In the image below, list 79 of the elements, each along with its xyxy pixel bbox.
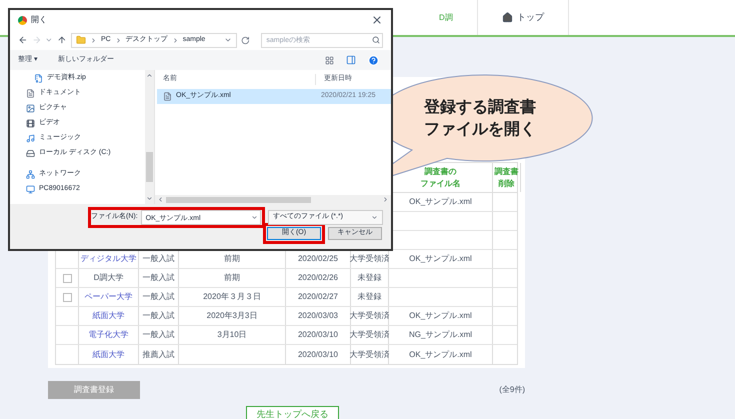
archive-icon xyxy=(34,74,43,83)
drive-icon xyxy=(26,149,35,158)
table-cell: 2020/02/27 xyxy=(298,291,338,303)
table-cell: 未登録 xyxy=(358,291,382,303)
table-cell: 一般入試 xyxy=(142,329,174,341)
nav-link[interactable]: トップ xyxy=(478,0,569,35)
preview-pane-icon[interactable] xyxy=(346,55,356,65)
folder-icon xyxy=(76,35,86,45)
university-name: D調大学 xyxy=(94,272,124,284)
table-cell: 一般入試 xyxy=(142,310,174,322)
scroll-thumb[interactable] xyxy=(146,152,153,182)
column-header-line: ファイル名 xyxy=(420,178,460,190)
university-link[interactable]: 紙面大学 xyxy=(92,348,124,360)
table-cell: NG_サンプル.xml xyxy=(408,329,472,341)
column-header-line: 削除 xyxy=(498,178,514,190)
music-note-icon xyxy=(26,134,35,143)
scroll-right-icon[interactable] xyxy=(382,196,389,203)
network-icon xyxy=(26,170,35,179)
horizontal-scrollbar[interactable] xyxy=(155,195,391,204)
file-icon xyxy=(163,92,172,101)
table-cell: 2020/03/03 xyxy=(298,310,338,322)
dropdown-icon xyxy=(371,214,378,221)
back-icon[interactable] xyxy=(18,35,28,45)
table-cell: OK_サンプル.xml xyxy=(409,348,472,360)
university-link[interactable]: ペーパー大学 xyxy=(84,291,132,303)
help-icon[interactable] xyxy=(368,54,379,66)
table-cell: 2020/03/10 xyxy=(298,329,338,341)
table-cell: 未登録 xyxy=(358,272,382,284)
separator-icon xyxy=(90,36,97,44)
scroll-thumb[interactable] xyxy=(166,196,311,202)
home-icon xyxy=(502,12,513,23)
table-cell: 前期 xyxy=(224,272,240,284)
table-cell: 2020年３月３日 xyxy=(203,291,261,303)
table-cell: 一般入試 xyxy=(142,253,174,265)
document-icon xyxy=(26,89,35,98)
table-cell: 推薦入試 xyxy=(142,348,174,360)
image-icon xyxy=(26,104,35,113)
table-cell: 前期 xyxy=(224,253,240,265)
table-cell: 大学受領済 xyxy=(350,348,390,360)
dropdown-icon[interactable] xyxy=(224,36,232,44)
view-icon[interactable] xyxy=(325,56,334,64)
table-cell: 2020/03/10 xyxy=(298,348,338,360)
table-cell: 一般入試 xyxy=(142,272,174,284)
up-icon[interactable] xyxy=(57,35,67,45)
scroll-down-icon[interactable] xyxy=(146,195,153,202)
column-header-line: 調査書の xyxy=(424,166,456,178)
film-icon xyxy=(26,119,35,128)
table-cell: 大学受領済 xyxy=(350,310,390,322)
table-cell: 大学受領済 xyxy=(350,253,390,265)
dropdown-icon[interactable] xyxy=(250,214,258,221)
table-cell: OK_サンプル.xml xyxy=(409,253,472,265)
scroll-up-icon[interactable] xyxy=(146,72,153,79)
separator-icon xyxy=(114,36,122,44)
table-cell: OK_サンプル.xml xyxy=(409,196,472,208)
table-cell: 一般入試 xyxy=(142,291,174,303)
table-cell: 2020/02/25 xyxy=(298,253,338,265)
university-link[interactable]: ディジタル大学 xyxy=(80,253,136,265)
monitor-icon xyxy=(26,185,35,194)
table-cell: 2020/02/26 xyxy=(298,272,338,284)
table-cell: 大学受領済 xyxy=(350,329,390,341)
row-checkbox[interactable] xyxy=(62,274,72,282)
result-count: (全9件) xyxy=(499,384,525,396)
app-icon xyxy=(18,16,27,24)
table-cell: 3月10日 xyxy=(217,329,247,341)
close-icon[interactable] xyxy=(371,14,383,26)
search-icon xyxy=(372,36,380,44)
row-checkbox[interactable] xyxy=(62,292,72,302)
callout-text: 登録する調査書 ファイルを開く xyxy=(424,97,536,140)
university-link[interactable]: 電子化大学 xyxy=(88,329,128,341)
table-cell: 2020年3月3日 xyxy=(206,310,258,322)
table-cell: OK_サンプル.xml xyxy=(409,310,472,322)
window-title: 開く xyxy=(31,14,47,26)
scroll-left-icon[interactable] xyxy=(157,196,164,203)
separator-icon xyxy=(172,36,179,44)
scrollbar[interactable] xyxy=(145,70,154,204)
column-header-line: 調査書 xyxy=(494,166,518,178)
university-link[interactable]: 紙面大学 xyxy=(92,310,124,322)
history-icon[interactable] xyxy=(45,36,54,44)
refresh-icon[interactable] xyxy=(240,36,250,44)
